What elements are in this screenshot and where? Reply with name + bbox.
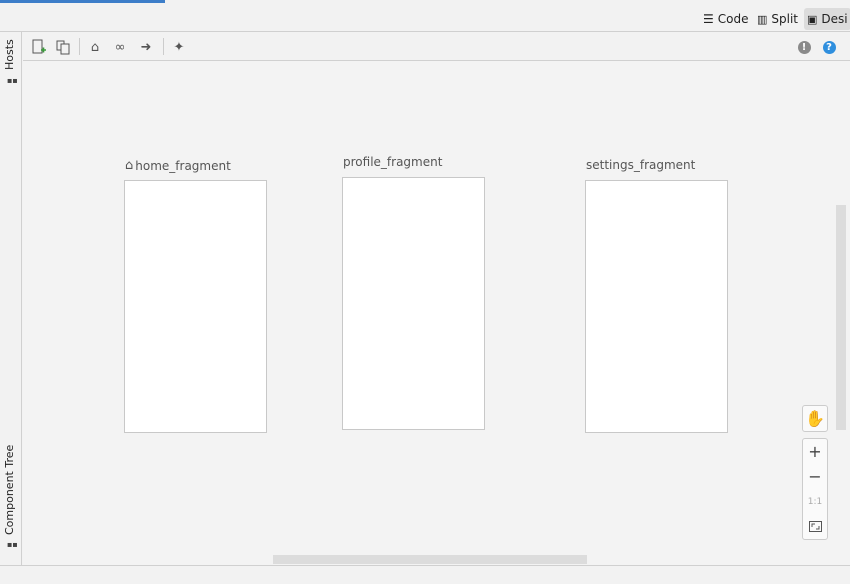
- fragment-home[interactable]: [124, 180, 267, 433]
- zoom-in-button[interactable]: +: [803, 439, 827, 464]
- link-icon[interactable]: ∞: [111, 38, 129, 56]
- zoom-out-button[interactable]: −: [803, 464, 827, 489]
- arrow-right-icon[interactable]: ➜: [137, 38, 155, 56]
- lines-icon: ☰: [703, 12, 714, 26]
- fit-screen-icon[interactable]: [803, 514, 827, 539]
- image-icon: ▣: [807, 12, 818, 26]
- design-mode-button[interactable]: ▣ Desi: [804, 8, 850, 30]
- fragment-settings[interactable]: [585, 180, 728, 433]
- component-tree-tab[interactable]: Component Tree: [3, 445, 16, 535]
- home-icon[interactable]: ⌂: [86, 38, 104, 56]
- vertical-scrollbar[interactable]: [836, 205, 846, 430]
- new-destination-icon[interactable]: [30, 38, 48, 56]
- horizontal-scrollbar[interactable]: [273, 555, 587, 564]
- split-icon: ▥: [757, 12, 768, 26]
- sparkle-icon[interactable]: ✦: [170, 38, 188, 56]
- warnings-icon[interactable]: !: [795, 38, 813, 56]
- hand-icon[interactable]: ✋: [803, 406, 827, 431]
- help-icon[interactable]: ?: [820, 38, 838, 56]
- split-mode-button[interactable]: ▥ Split: [754, 8, 801, 30]
- fragment-label-settings: settings_fragment: [586, 158, 696, 172]
- hosts-tab[interactable]: Hosts: [3, 39, 16, 70]
- pan-panel: ✋: [802, 405, 828, 432]
- editor-mode-bar: ☰ Code ▥ Split ▣ Desi: [0, 3, 850, 32]
- fragment-label-profile: profile_fragment: [343, 155, 443, 169]
- actual-size-button[interactable]: 1:1: [803, 489, 827, 514]
- left-tool-strip: Hosts ▪▪ Component Tree ▪▪: [0, 32, 22, 565]
- zoom-panel: + − 1:1: [802, 438, 828, 540]
- status-bar: [0, 565, 850, 584]
- start-destination-home-icon: ⌂: [125, 158, 134, 173]
- component-tree-icon: ▪▪: [7, 540, 18, 549]
- fragment-label-home: ⌂ home_fragment: [125, 158, 231, 173]
- code-mode-button[interactable]: ☰ Code: [700, 8, 752, 30]
- hosts-icon: ▪▪: [7, 76, 18, 85]
- duplicate-icon[interactable]: [54, 38, 72, 56]
- fragment-profile[interactable]: [342, 177, 485, 430]
- nav-editor-toolbar: ⌂ ∞ ➜ ✦ ! ?: [23, 32, 850, 61]
